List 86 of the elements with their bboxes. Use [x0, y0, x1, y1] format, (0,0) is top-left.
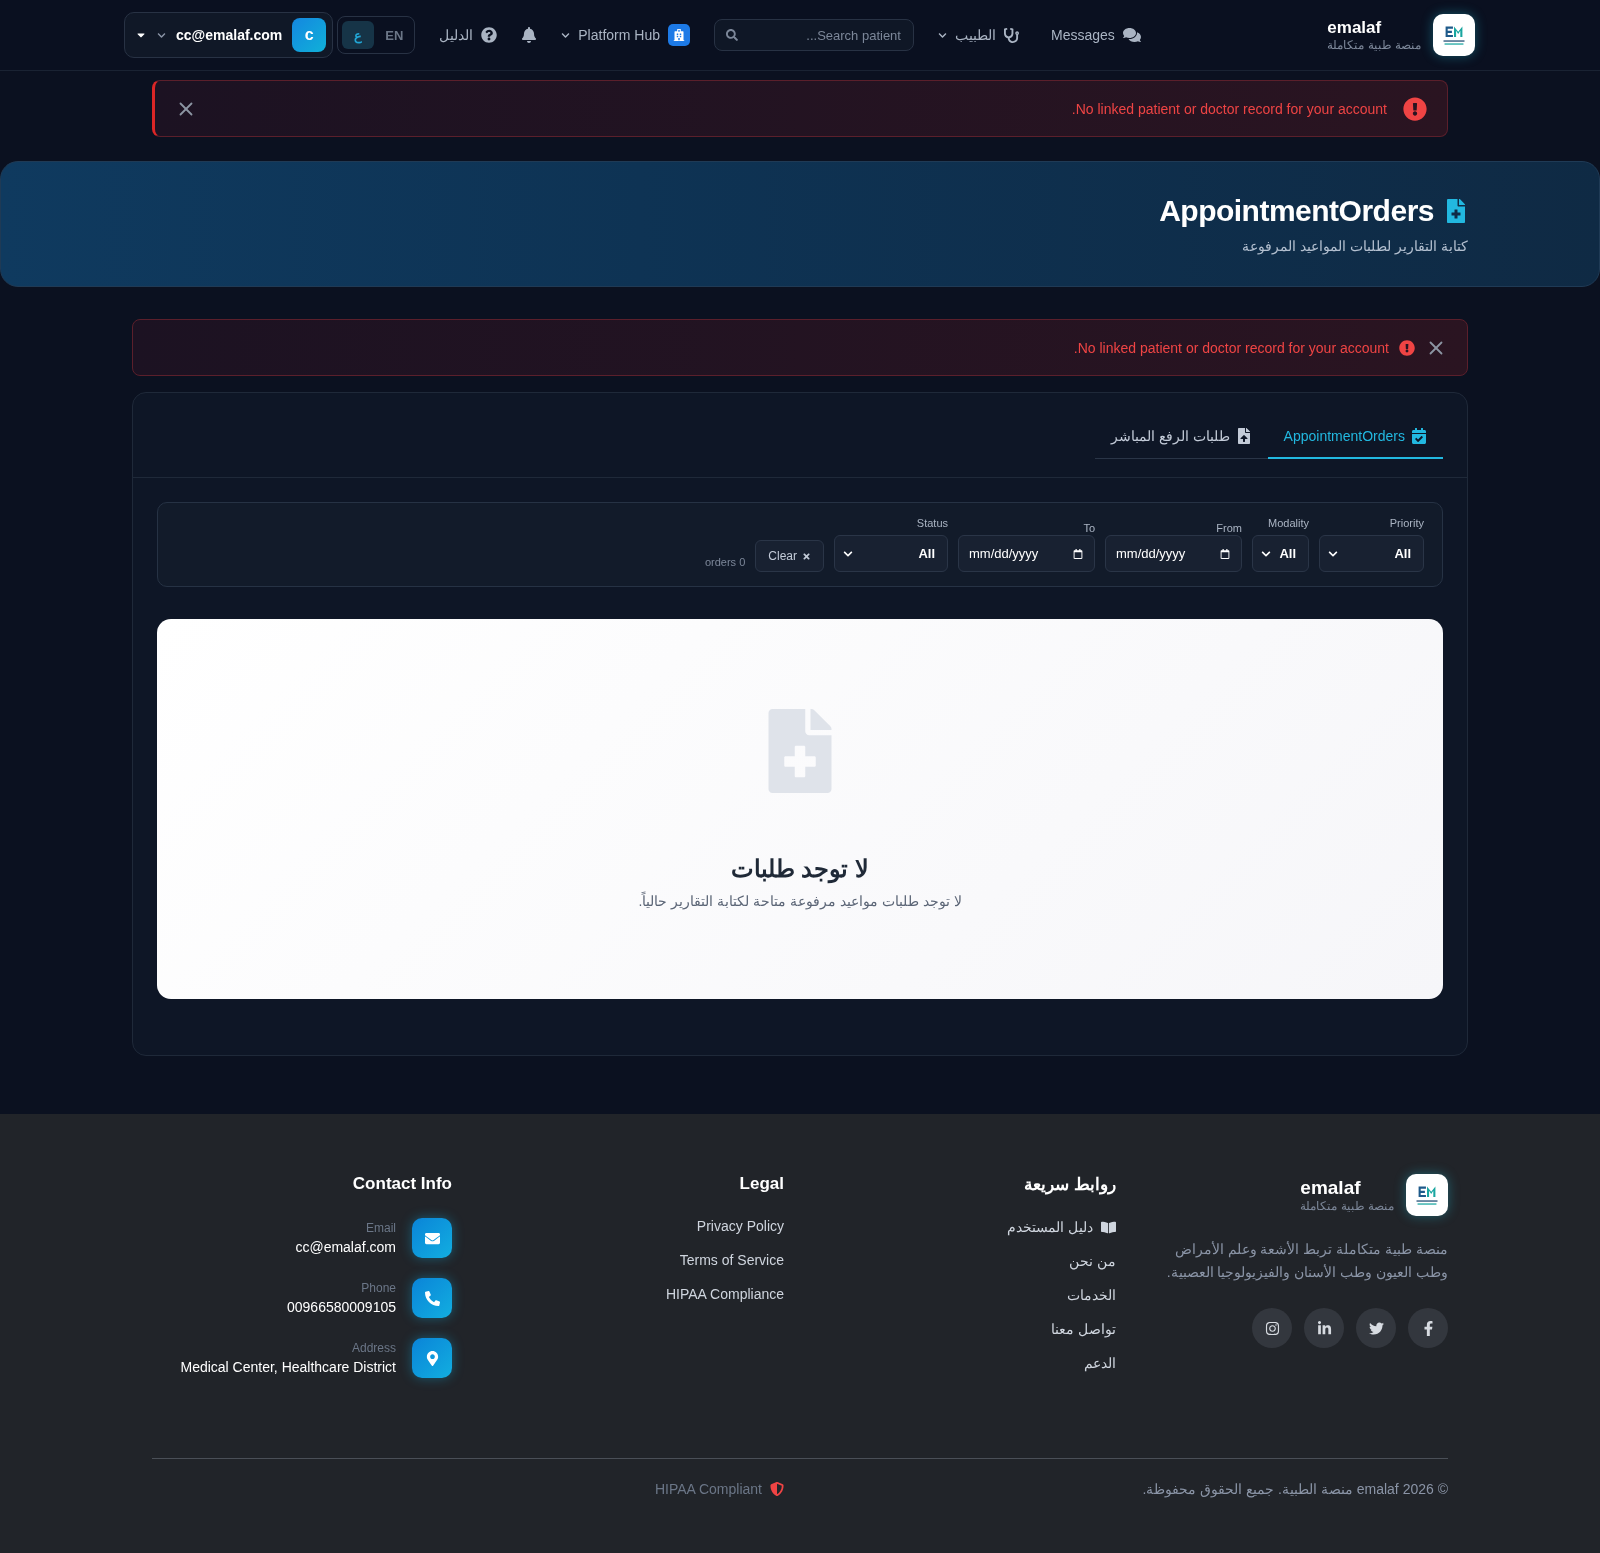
alert-message: No linked patient or doctor record for your account.: [1071, 100, 1387, 117]
contact-value: cc@emalaf.com: [295, 1239, 396, 1255]
calendar-icon: [1073, 548, 1083, 559]
upload-icon: [1235, 428, 1252, 444]
linkedin-icon: [1316, 1320, 1332, 1336]
column-title: Contact Info: [352, 1174, 452, 1194]
address-icon: [412, 1338, 452, 1378]
chevron-icon: [1261, 548, 1271, 559]
brand-tagline: منصة طبية متكاملة: [1300, 1199, 1394, 1213]
phone-icon: [412, 1278, 452, 1318]
search-field[interactable]: Search patient...: [713, 19, 914, 51]
column-title: Legal: [739, 1174, 784, 1194]
close-icon: [802, 551, 811, 561]
user-email: cc@emalaf.com: [176, 27, 283, 43]
doctor-menu[interactable]: الطبيب: [937, 23, 1019, 47]
contact-value: 00966580009105: [287, 1299, 396, 1315]
language-button[interactable]: ع: [342, 21, 375, 49]
footer-link[interactable]: الخدمات: [1067, 1287, 1116, 1303]
brand-tagline: منصة طبية متكاملة: [1327, 38, 1421, 52]
alert-message: No linked patient or doctor record for your account.: [1073, 339, 1389, 356]
compliance-badge: HIPAA Compliant: [484, 1481, 784, 1497]
tab[interactable]: AppointmentOrders: [1267, 415, 1443, 459]
select-field[interactable]: All: [1319, 535, 1424, 572]
search-icon: [725, 29, 738, 41]
camera-icon: [1264, 1320, 1280, 1336]
logo-icon: [1433, 14, 1475, 56]
stethoscope-icon: [1003, 27, 1019, 43]
date-field[interactable]: mm/dd/yyyy: [1105, 535, 1242, 572]
footer-link[interactable]: Privacy Policy: [696, 1218, 784, 1234]
footer-link[interactable]: الدعم: [1084, 1355, 1116, 1371]
footer-link[interactable]: Terms of Service: [679, 1252, 784, 1268]
brand-name: emalaf: [1300, 1177, 1361, 1199]
calendar-icon: [1220, 548, 1230, 559]
guide-link[interactable]: الدليل: [439, 23, 498, 47]
twitter-link[interactable]: [1356, 1308, 1396, 1349]
copyright-text: © 2026 emalaf منصة الطبية. جميع الحقوق محفوظة.: [1141, 1481, 1448, 1497]
page-title: AppointmentOrders: [1159, 194, 1434, 228]
messages-link[interactable]: Messages: [1050, 22, 1141, 48]
chat-icon: [1122, 26, 1141, 44]
filter-label: From: [1215, 522, 1242, 534]
bird-icon: [1368, 1320, 1384, 1336]
hospital-icon: [667, 24, 690, 46]
chevron-icon: [843, 548, 853, 559]
chevron-icon: [157, 30, 166, 40]
select-field[interactable]: All: [834, 535, 948, 572]
linkedin-link[interactable]: [1304, 1308, 1344, 1349]
contact-label: Email: [366, 1221, 396, 1235]
filter-label: Modality: [1267, 517, 1309, 529]
instagram-link[interactable]: [1252, 1308, 1292, 1349]
chevron-icon: [1328, 548, 1338, 559]
brand-description: منصة طبية متكاملة تربط الأشعة وعلم الأمراض وطب العيون وطب الأسنان والفيزيولوجيا العصبية.: [1165, 1240, 1448, 1283]
empty-title: لا توجد طلبات: [730, 855, 870, 883]
user-menu[interactable]: cc@emalaf.com c: [124, 12, 334, 58]
footer-link[interactable]: من نحن: [1069, 1253, 1116, 1269]
clear-button[interactable]: Clear: [755, 540, 824, 572]
order-count: 0 orders: [704, 556, 746, 568]
error-icon: [1399, 339, 1415, 356]
help-icon: [481, 27, 498, 43]
language-button[interactable]: EN: [378, 21, 411, 49]
facebook-link[interactable]: [1408, 1308, 1448, 1349]
footer-link[interactable]: HIPAA Compliance: [666, 1286, 784, 1302]
contact-label: Phone: [361, 1281, 396, 1295]
date-field[interactable]: mm/dd/yyyy: [958, 535, 1095, 572]
tab[interactable]: طلبات الرفع المباشر: [1094, 415, 1268, 459]
contact-value: Medical Center, Healthcare District: [180, 1359, 396, 1375]
column-title: روابط سريعة: [1024, 1174, 1116, 1195]
contact-label: Address: [351, 1341, 396, 1355]
error-icon: [1403, 96, 1427, 121]
chevron-icon: [561, 30, 571, 40]
filter-label: Status: [915, 517, 948, 529]
user-avatar: c: [292, 18, 327, 52]
footer-link[interactable]: تواصل معنا: [1051, 1321, 1116, 1337]
chevron-icon: [937, 30, 947, 40]
logo-icon: [1406, 1174, 1448, 1216]
select-field[interactable]: All: [1252, 535, 1309, 572]
calendar-icon: [1411, 428, 1427, 444]
footer-link[interactable]: دليل المستخدم: [1007, 1219, 1116, 1235]
filter-label: To: [1082, 522, 1095, 534]
book-icon: [1101, 1219, 1116, 1235]
file-plus-icon: [1444, 199, 1468, 223]
platform-hub-menu[interactable]: Platform Hub: [561, 20, 690, 50]
brand-name: emalaf: [1327, 18, 1382, 38]
empty-message: لا توجد طلبات مواعيد مرفوعة متاحة لكتابة التقارير حالياً.: [638, 893, 962, 909]
filter-label: Priority: [1388, 517, 1424, 529]
page-subtitle: كتابة التقارير لطلبات المواعيد المرفوعة: [1241, 238, 1468, 254]
email-icon: [412, 1218, 452, 1258]
